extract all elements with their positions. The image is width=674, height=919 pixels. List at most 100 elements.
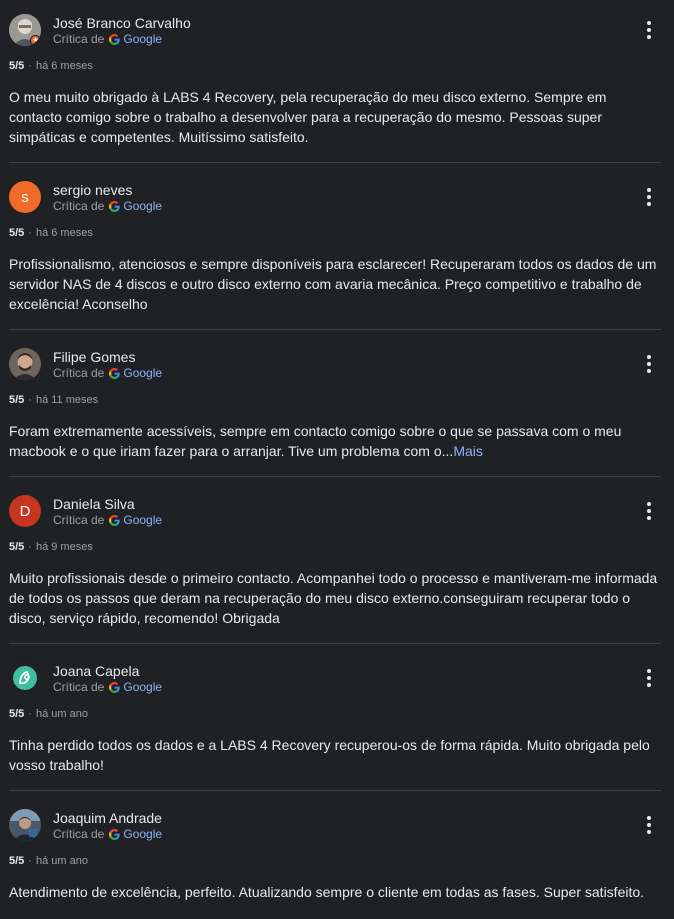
source-label: Crítica de <box>53 199 105 213</box>
avatar[interactable]: s <box>9 181 41 213</box>
menu-dot <box>647 21 651 25</box>
review-text: O meu muito obrigado à LABS 4 Recovery, … <box>9 87 659 147</box>
review-source: Crítica de Google <box>53 827 162 841</box>
review-text: Tinha perdido todos os dados e a LABS 4 … <box>9 735 659 775</box>
avatar[interactable] <box>9 809 41 841</box>
review-source: Crítica de Google <box>53 680 162 694</box>
review-source: Crítica de Google <box>53 32 162 46</box>
source-name: Google <box>123 827 163 841</box>
read-more-link[interactable]: Mais <box>453 443 483 459</box>
more-options-button[interactable] <box>638 18 660 42</box>
google-logo-icon <box>109 514 121 526</box>
source-name: Google <box>123 32 163 46</box>
review-source: Crítica de Google <box>53 513 162 527</box>
separator: · <box>28 855 32 867</box>
rating-line: 5/5 · há 11 meses <box>9 394 98 406</box>
review-time: há um ano <box>35 708 88 720</box>
menu-dot <box>647 830 651 834</box>
person-photo-icon <box>9 348 41 380</box>
separator: · <box>28 541 32 553</box>
source-name: Google <box>123 680 163 694</box>
separator: · <box>28 227 32 239</box>
person-photo-icon <box>9 809 41 841</box>
source-label: Crítica de <box>53 680 105 694</box>
source-label: Crítica de <box>53 513 105 527</box>
google-logo-icon <box>109 828 121 840</box>
local-guide-badge-icon: ★ <box>30 35 41 46</box>
review-time: há 6 meses <box>35 60 93 72</box>
rating-line: 5/5 · há 9 meses <box>9 541 93 553</box>
menu-dot <box>647 816 651 820</box>
divider <box>9 790 661 791</box>
review-author-name[interactable]: sergio neves <box>53 182 132 198</box>
menu-dot <box>647 502 651 506</box>
review-text-body: Atendimento de excelência, perfeito. Atu… <box>9 884 645 900</box>
review-author-name[interactable]: Filipe Gomes <box>53 349 135 365</box>
rating-line: 5/5 · há 6 meses <box>9 60 93 72</box>
divider <box>9 329 661 330</box>
more-options-button[interactable] <box>638 185 660 209</box>
review-text-body: Profissionalismo, atenciosos e sempre di… <box>9 256 657 312</box>
more-options-button[interactable] <box>638 813 660 837</box>
divider <box>9 643 661 644</box>
review-text-body: Muito profissionais desde o primeiro con… <box>9 570 658 626</box>
rating-value: 5/5 <box>9 855 25 867</box>
avatar[interactable]: ★ <box>9 14 41 46</box>
more-options-button[interactable] <box>638 666 660 690</box>
review-time: há 9 meses <box>35 541 93 553</box>
source-label: Crítica de <box>53 366 105 380</box>
rating-value: 5/5 <box>9 227 25 239</box>
menu-dot <box>647 362 651 366</box>
avatar-letter: s <box>21 188 29 206</box>
divider <box>9 162 661 163</box>
source-label: Crítica de <box>53 827 105 841</box>
rating-line: 5/5 · há um ano <box>9 855 88 867</box>
avatar[interactable]: D <box>9 495 41 527</box>
divider <box>9 476 661 477</box>
menu-dot <box>647 676 651 680</box>
review-author-name[interactable]: Daniela Silva <box>53 496 135 512</box>
review-time: há um ano <box>35 855 88 867</box>
menu-dot <box>647 355 651 359</box>
menu-dot <box>647 516 651 520</box>
more-options-button[interactable] <box>638 499 660 523</box>
google-logo-icon <box>109 200 121 212</box>
menu-dot <box>647 669 651 673</box>
google-logo-icon <box>109 367 121 379</box>
review-time: há 11 meses <box>35 394 99 406</box>
review-text: Muito profissionais desde o primeiro con… <box>9 568 659 628</box>
menu-dot <box>647 188 651 192</box>
avatar-letter: D <box>19 502 31 520</box>
source-label: Crítica de <box>53 32 105 46</box>
rating-line: 5/5 · há um ano <box>9 708 88 720</box>
rating-value: 5/5 <box>9 394 25 406</box>
separator: · <box>28 394 32 406</box>
avatar[interactable] <box>9 662 41 694</box>
leaf-logo-icon <box>13 666 37 690</box>
separator: · <box>28 708 32 720</box>
google-logo-icon <box>109 33 121 45</box>
more-options-button[interactable] <box>638 352 660 376</box>
review-time: há 6 meses <box>35 227 93 239</box>
review-author-name[interactable]: José Branco Carvalho <box>53 15 191 31</box>
rating-value: 5/5 <box>9 60 25 72</box>
menu-dot <box>647 195 651 199</box>
review-author-name[interactable]: Joaquim Andrade <box>53 810 162 826</box>
review-author-name[interactable]: Joana Capela <box>53 663 139 679</box>
review-text: Atendimento de excelência, perfeito. Atu… <box>9 882 659 902</box>
avatar[interactable] <box>9 348 41 380</box>
google-logo-icon <box>109 681 121 693</box>
review-text-body: O meu muito obrigado à LABS 4 Recovery, … <box>9 89 607 145</box>
review-text: Profissionalismo, atenciosos e sempre di… <box>9 254 659 314</box>
menu-dot <box>647 823 651 827</box>
review-source: Crítica de Google <box>53 199 162 213</box>
review-source: Crítica de Google <box>53 366 162 380</box>
menu-dot <box>647 202 651 206</box>
menu-dot <box>647 35 651 39</box>
menu-dot <box>647 683 651 687</box>
review-text-body: Tinha perdido todos os dados e a LABS 4 … <box>9 737 650 773</box>
source-name: Google <box>123 366 163 380</box>
rating-value: 5/5 <box>9 708 25 720</box>
menu-dot <box>647 509 651 513</box>
review-text-body: Foram extremamente acessíveis, sempre em… <box>9 423 622 459</box>
